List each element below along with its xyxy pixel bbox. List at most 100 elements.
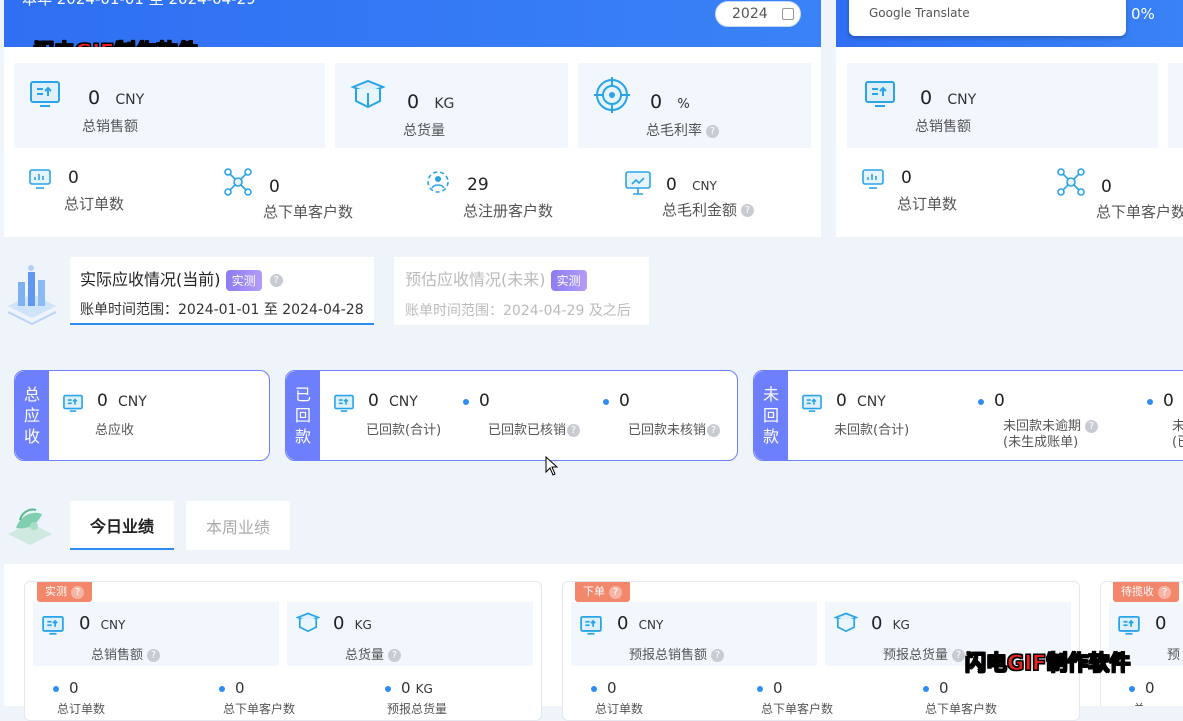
perf1-sales-box: 0 CNY 总销售额? [33,602,279,666]
stat-order-customers: 0 总下单客户数 [224,168,404,223]
margin-amount-value: 0 [666,175,677,195]
network-icon [224,168,252,196]
year-picker[interactable]: 2024 [715,1,801,27]
side-received: 已回款 [286,371,320,460]
help-icon[interactable]: ? [147,649,161,662]
right-order-customers-label: 总下单客户数 [1096,203,1183,221]
perf3-b1-label: 总 [1133,700,1145,706]
help-icon[interactable]: ? [609,585,622,599]
bullet-dot [219,685,225,692]
bullet-dot [603,398,609,405]
perf1-cargo-unit: KG [354,618,372,632]
perf1-b3-label: 预报总货量 [387,702,448,716]
help-icon[interactable]: ? [741,204,755,217]
sales-chart-icon [865,81,895,107]
watermark-bottom: 闪电GIF制作软件 [964,651,1131,676]
side-total-receivable: 总应收 [15,371,49,460]
perf1-cargo-value: 0 [333,613,345,634]
perf2-b1-label: 总订单数 [595,702,644,716]
total-cargo-unit: KG [434,96,455,112]
isometric-building-icon [7,265,57,326]
perf3-b1-value: 0 [1145,679,1155,697]
perf2-b3-label: 总下单客户数 [925,702,998,716]
help-icon[interactable]: ? [388,649,402,662]
perf2-b2-label: 总下单客户数 [761,702,834,716]
perf1-sales-value: 0 [79,613,91,634]
side-unreceived: 未回款 [754,371,788,460]
box-icon [295,612,321,633]
bullet-dot [978,398,984,405]
bullet-dot [591,685,597,692]
total-margin-unit: % [677,97,690,112]
unreceived-other-label: 未(已 [1172,419,1183,450]
google-translate-label: Google Translate [869,6,970,20]
perf3-sales-value: 0 [1155,613,1167,634]
google-translate-popup[interactable]: Google Translate [849,0,1126,36]
received-value: 0 [368,391,379,411]
perf2-b2-value: 0 [773,679,783,697]
help-icon[interactable]: ? [1158,585,1171,599]
stat-orders: 0 总订单数 [28,168,208,218]
perf1-sales-label: 总销售额? [91,644,161,663]
sales-chart-icon [802,394,822,412]
total-cargo-value: 0 [407,91,420,113]
sales-chart-icon [63,394,83,412]
perf1-b3-value: 0 [401,679,411,697]
help-icon[interactable]: ? [707,424,721,437]
perf2-sales-unit: CNY [638,618,664,632]
registered-customers-label: 总注册客户数 [463,202,554,220]
help-icon[interactable]: ? [711,649,725,662]
perf1-b2-value: 0 [235,679,245,697]
total-sales-value: 0 [88,87,101,109]
bullet-dot [757,685,763,692]
help-icon[interactable]: ? [269,274,283,287]
tab-estimated-receivable[interactable]: 预估应收情况(未来) 实测 账单时间范围：2024-04-29 及之后 [394,257,649,325]
bullet-dot [1147,398,1153,405]
right-stat-order-customers: 0 总下单客户数 [1057,168,1183,223]
monitor-icon [29,169,51,189]
help-icon[interactable]: ? [71,585,84,599]
perf1-sales-unit: CNY [100,618,126,632]
stat-registered-customers: 29 总注册客户数 [424,168,604,223]
measured-tag: 实测 [225,270,262,291]
bullet-dot [1129,685,1135,692]
stat-margin-amount: 0 CNY 总毛利金额? [624,170,814,225]
total-sales-unit: CNY [115,92,145,108]
help-icon[interactable]: ? [952,649,966,662]
tab-actual-title: 实际应收情况(当前) [80,270,221,289]
total-cargo-label: 总货量 [403,123,445,139]
perf2-b1-value: 0 [607,679,617,697]
right-orders-value: 0 [901,168,912,188]
stat-card-margin: 0 % 总毛利率? [578,63,811,148]
unreceived-other-value: 0 [1163,391,1174,411]
total-sales-label: 总销售额 [82,119,138,135]
unreceived-label: 未回款(合计) [834,423,910,438]
total-margin-value: 0 [650,91,663,113]
help-icon[interactable]: ? [1085,420,1099,433]
year-value: 2024 [732,6,768,22]
mouse-cursor-icon [545,456,558,476]
measured-tag: 实测 [550,270,587,291]
total-margin-label: 总毛利率? [646,120,719,140]
perf2-cargo-value: 0 [871,613,883,634]
received-verified-label: 已回款已核销? [488,419,581,438]
tab-estimate-title: 预估应收情况(未来) [405,270,546,289]
isometric-leaf-icon [8,508,52,545]
user-target-icon [427,171,449,193]
help-icon[interactable]: ? [706,124,719,138]
right-stat-orders: 0 总订单数 [861,168,1041,218]
ribbon-order: 下单? [575,582,630,610]
orders-label: 总订单数 [64,195,125,213]
sales-chart-icon [334,394,354,412]
perf1-b1-label: 总订单数 [57,702,106,716]
tab-actual-receivable[interactable]: 实际应收情况(当前) 实测? 账单时间范围：2024-01-01 至 2024-… [70,257,374,325]
tab-today-performance[interactable]: 今日业绩 [70,501,174,550]
right-sales-label: 总销售额 [915,119,971,135]
sales-chart-icon [1118,615,1140,635]
right-sales-unit: CNY [947,92,977,108]
help-icon[interactable]: ? [567,424,581,437]
right-stat-card-edge [1168,63,1183,148]
card-total-receivable: 总应收 0 CNY 总应收 [14,370,270,461]
bullet-dot [463,398,469,405]
tab-week-performance[interactable]: 本周业绩 [186,501,290,550]
